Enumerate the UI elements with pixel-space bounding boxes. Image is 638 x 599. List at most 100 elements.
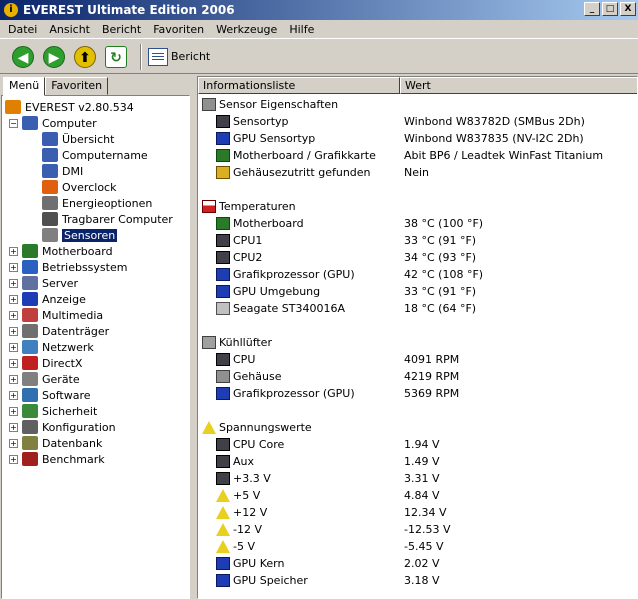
- list-row[interactable]: Grafikprozessor (GPU) 42 °C (108 °F): [198, 266, 637, 283]
- tree-item-label: Betriebssystem: [42, 260, 128, 274]
- maximize-button[interactable]: □: [602, 2, 618, 16]
- tree-item[interactable]: EVEREST v2.80.534: [5, 99, 134, 115]
- field-value: Winbond W83782D (SMBus 2Dh): [404, 115, 585, 128]
- tree-item[interactable]: + Anzeige: [9, 291, 86, 307]
- tree-item[interactable]: Computername: [42, 147, 148, 163]
- menu-hilfe[interactable]: Hilfe: [283, 23, 320, 36]
- fan-icon: [202, 336, 216, 349]
- expand-toggle-icon[interactable]: +: [9, 406, 18, 416]
- tree-item-label: Energieoptionen: [62, 196, 153, 210]
- tree-item[interactable]: DMI: [42, 163, 83, 179]
- tree-item[interactable]: + Datenträger: [9, 323, 109, 339]
- expand-toggle-icon[interactable]: +: [9, 438, 18, 448]
- list-row[interactable]: CPU1 33 °C (91 °F): [198, 232, 637, 249]
- tree-item[interactable]: + Netzwerk: [9, 339, 94, 355]
- group-label: Sensor Eigenschaften: [219, 98, 339, 111]
- tree-item[interactable]: + Software: [9, 387, 91, 403]
- list-row[interactable]: Motherboard / Grafikkarte Abit BP6 / Lead…: [198, 147, 637, 164]
- tree-item-label: Datenträger: [42, 324, 110, 338]
- expand-toggle-icon[interactable]: +: [9, 374, 18, 384]
- list-row[interactable]: Sensortyp Winbond W83782D (SMBus 2Dh): [198, 113, 637, 130]
- minimize-button[interactable]: _: [584, 2, 600, 16]
- list-row[interactable]: +12 V 12.34 V: [198, 504, 637, 521]
- list-row[interactable]: CPU 4091 RPM: [198, 351, 637, 368]
- lock-icon: [216, 166, 230, 179]
- list-row[interactable]: GPU Kern 2.02 V: [198, 555, 637, 572]
- field-label: CPU2: [233, 251, 263, 264]
- tree-item[interactable]: + Benchmark: [9, 451, 105, 467]
- expand-toggle-icon[interactable]: +: [9, 390, 18, 400]
- list-row[interactable]: GPU Umgebung 33 °C (91 °F): [198, 283, 637, 300]
- report-button[interactable]: Bericht: [148, 47, 211, 66]
- expand-toggle-icon[interactable]: +: [9, 454, 18, 464]
- tree-item[interactable]: Tragbarer Computer: [42, 211, 173, 227]
- tree-item[interactable]: + Sicherheit: [9, 403, 97, 419]
- forward-button[interactable]: ▶: [41, 44, 67, 70]
- tree-item[interactable]: Energieoptionen: [42, 195, 152, 211]
- menu-datei[interactable]: Datei: [2, 23, 43, 36]
- group-header[interactable]: Sensor Eigenschaften: [198, 96, 637, 113]
- tab-menu[interactable]: Menü: [3, 77, 46, 96]
- tree-item-label: DirectX: [42, 356, 83, 370]
- refresh-button[interactable]: ↻: [103, 44, 129, 70]
- column-header-value[interactable]: Wert: [400, 77, 637, 94]
- group-header[interactable]: Temperaturen: [198, 198, 637, 215]
- group-header[interactable]: Spannungswerte: [198, 419, 637, 436]
- expand-toggle-icon[interactable]: +: [9, 358, 18, 368]
- up-button[interactable]: ⬆: [72, 44, 98, 70]
- list-row[interactable]: Gehäusezutritt gefunden Nein: [198, 164, 637, 181]
- list-row[interactable]: +5 V 4.84 V: [198, 487, 637, 504]
- tree-item[interactable]: + DirectX: [9, 355, 82, 371]
- list-row[interactable]: -12 V -12.53 V: [198, 521, 637, 538]
- tree-item[interactable]: + Konfiguration: [9, 419, 116, 435]
- tree-item[interactable]: + Geräte: [9, 371, 80, 387]
- tree-item[interactable]: + Betriebssystem: [9, 259, 127, 275]
- tree-item[interactable]: + Datenbank: [9, 435, 102, 451]
- expand-toggle-icon[interactable]: +: [9, 262, 18, 272]
- list-row[interactable]: GPU Speicher 3.18 V: [198, 572, 637, 589]
- expand-toggle-icon[interactable]: +: [9, 310, 18, 320]
- list-row[interactable]: Gehäuse 4219 RPM: [198, 368, 637, 385]
- menu-bericht[interactable]: Bericht: [96, 23, 147, 36]
- menu-werkzeuge[interactable]: Werkzeuge: [210, 23, 283, 36]
- close-button[interactable]: X: [620, 2, 636, 16]
- pane-splitter[interactable]: [190, 74, 196, 599]
- list-row[interactable]: -5 V -5.45 V: [198, 538, 637, 555]
- tree-item[interactable]: Sensoren: [42, 227, 118, 243]
- expand-toggle-icon[interactable]: −: [9, 118, 18, 128]
- tree-item[interactable]: + Multimedia: [9, 307, 103, 323]
- tree-item[interactable]: + Server: [9, 275, 78, 291]
- menu-ansicht[interactable]: Ansicht: [43, 23, 96, 36]
- toolbar: ◀ ▶ ⬆ ↻ Bericht: [0, 40, 638, 74]
- expand-toggle-icon[interactable]: +: [9, 278, 18, 288]
- tree-item[interactable]: − Computer: [9, 115, 97, 131]
- expand-toggle-icon[interactable]: +: [9, 294, 18, 304]
- tree-item[interactable]: Overclock: [42, 179, 116, 195]
- group-header[interactable]: Kühllüfter: [198, 334, 637, 351]
- thermometer-icon: [202, 200, 216, 213]
- list-row[interactable]: Motherboard 38 °C (100 °F): [198, 215, 637, 232]
- expand-toggle-icon[interactable]: +: [9, 246, 18, 256]
- field-value: 3.31 V: [404, 472, 440, 485]
- menu-favoriten[interactable]: Favoriten: [147, 23, 210, 36]
- list-row[interactable]: Seagate ST340016A 18 °C (64 °F): [198, 300, 637, 317]
- computer-icon: [22, 116, 38, 130]
- list-row[interactable]: GPU Sensortyp Winbond W837835 (NV-I2C 2Dh…: [198, 130, 637, 147]
- expand-toggle-icon[interactable]: +: [9, 326, 18, 336]
- tree-item[interactable]: + Motherboard: [9, 243, 113, 259]
- column-header-info[interactable]: Informationsliste: [198, 77, 400, 94]
- list-row[interactable]: CPU2 34 °C (93 °F): [198, 249, 637, 266]
- tree-item[interactable]: Übersicht: [42, 131, 114, 147]
- field-value: -5.45 V: [404, 540, 444, 553]
- list-row[interactable]: CPU Core 1.94 V: [198, 436, 637, 453]
- menu-bar: Datei Ansicht Bericht Favoriten Werkzeug…: [0, 20, 638, 39]
- field-label: Grafikprozessor (GPU): [233, 387, 355, 400]
- tab-favoriten[interactable]: Favoriten: [45, 77, 109, 95]
- expand-toggle-icon[interactable]: +: [9, 422, 18, 432]
- back-button[interactable]: ◀: [10, 44, 36, 70]
- list-row[interactable]: Grafikprozessor (GPU) 5369 RPM: [198, 385, 637, 402]
- list-row[interactable]: +3.3 V 3.31 V: [198, 470, 637, 487]
- report-label: Bericht: [171, 50, 211, 63]
- list-row[interactable]: Aux 1.49 V: [198, 453, 637, 470]
- expand-toggle-icon[interactable]: +: [9, 342, 18, 352]
